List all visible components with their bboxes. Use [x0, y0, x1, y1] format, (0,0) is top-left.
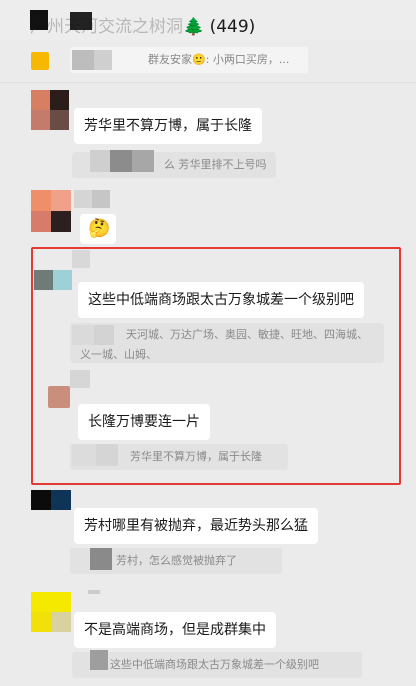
- avatar-pixel: [31, 592, 71, 612]
- avatar[interactable]: [34, 270, 72, 290]
- redacted-quote-block: [132, 150, 154, 172]
- redacted-quote-block: [72, 325, 94, 345]
- avatar[interactable]: [31, 90, 69, 130]
- message-text: 长隆万博要连一片: [88, 414, 200, 430]
- quoted-message[interactable]: 这些中低端商场跟太古万象城差一个级别吧: [72, 652, 362, 678]
- pinned-message-text: 群友安家🙂: 小两口买房，...: [148, 53, 290, 66]
- message-bubble[interactable]: 芳村哪里有被抛弃，最近势头那么猛: [74, 508, 318, 544]
- avatar-pixel: [50, 90, 69, 110]
- avatar-pixel: [53, 270, 72, 290]
- message-text: 这些中低端商场跟太古万象城差一个级别吧: [88, 292, 354, 308]
- message-bubble[interactable]: 不是高端商场，但是成群集中: [74, 612, 276, 648]
- quoted-text: 天河城、万达广场、奥园、敏捷、旺地、四海城、义一城、山姆、: [80, 328, 368, 361]
- avatar-pixel: [51, 612, 71, 632]
- redacted-name-block: [72, 50, 94, 70]
- quoted-text: 芳村，怎么感觉被抛弃了: [116, 554, 237, 567]
- redacted-quote-block: [90, 650, 108, 670]
- redacted-quote-block: [96, 444, 118, 466]
- avatar-pixel: [51, 490, 71, 510]
- chat-title-text: 广州天河交流之树洞: [30, 17, 183, 37]
- avatar-pixel: [31, 110, 50, 130]
- chat-header: 广州天河交流之树洞🌲 (449): [0, 0, 416, 40]
- avatar-pixel: [31, 211, 51, 232]
- quoted-message[interactable]: 天河城、万达广场、奥园、敏捷、旺地、四海城、义一城、山姆、: [70, 323, 384, 363]
- sticker-message[interactable]: 🤔: [80, 214, 116, 244]
- message-bubble[interactable]: 这些中低端商场跟太古万象城差一个级别吧: [78, 282, 364, 318]
- avatar-pixel: [34, 270, 53, 290]
- redacted-quote-block: [110, 150, 132, 172]
- avatar-pixel: [51, 190, 71, 211]
- message-text: 芳华里不算万博，属于长隆: [84, 118, 252, 134]
- message-bubble[interactable]: 长隆万博要连一片: [78, 404, 210, 440]
- avatar[interactable]: [31, 190, 71, 232]
- divider: [0, 82, 416, 83]
- redacted-name-block: [74, 190, 92, 208]
- chat-title[interactable]: 广州天河交流之树洞🌲 (449): [30, 12, 255, 37]
- avatar-pixel: [50, 110, 69, 130]
- member-count: (449): [209, 17, 256, 37]
- quoted-text: 么 芳华里排不上号吗: [164, 158, 267, 171]
- redacted-quote-block: [72, 444, 96, 466]
- redacted-name-block: [72, 250, 90, 268]
- redacted-quote-block: [90, 150, 110, 172]
- message-text: 不是高端商场，但是成群集中: [84, 622, 266, 638]
- tree-icon: 🌲: [183, 17, 205, 37]
- avatar[interactable]: [48, 386, 70, 408]
- avatar[interactable]: [31, 490, 71, 510]
- redacted-name-block: [70, 370, 90, 388]
- quoted-text: 这些中低端商场跟太古万象城差一个级别吧: [110, 658, 319, 671]
- redacted-quote-block: [94, 325, 114, 345]
- avatar[interactable]: [31, 52, 49, 70]
- redacted-name-block: [88, 590, 100, 594]
- avatar-pixel: [31, 190, 51, 211]
- avatar-pixel: [31, 90, 50, 110]
- redacted-name-block: [94, 50, 112, 70]
- quoted-text: 芳华里不算万博，属于长隆: [130, 450, 262, 463]
- message-text: 芳村哪里有被抛弃，最近势头那么猛: [84, 518, 308, 534]
- avatar[interactable]: [31, 592, 71, 632]
- message-bubble[interactable]: 芳华里不算万博，属于长隆: [74, 108, 262, 144]
- avatar-pixel: [31, 612, 51, 632]
- avatar-pixel: [31, 490, 51, 510]
- avatar-pixel: [51, 211, 71, 232]
- redacted-quote-block: [90, 548, 112, 570]
- thinking-face-sticker: 🤔: [88, 218, 111, 239]
- redacted-name-block: [92, 190, 110, 208]
